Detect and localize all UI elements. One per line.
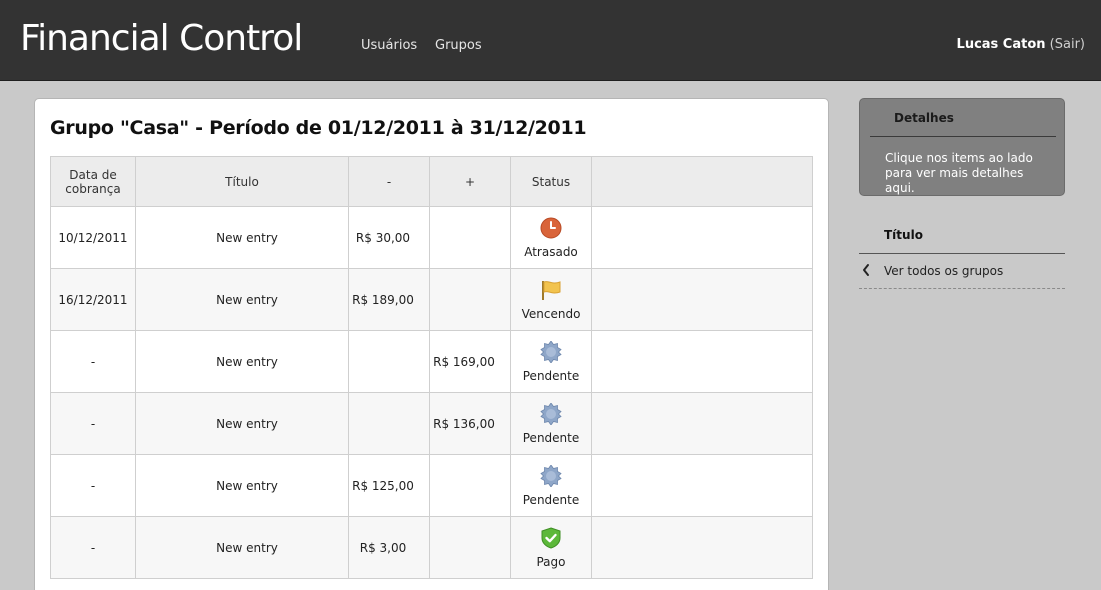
details-divider (870, 136, 1056, 137)
user-area: Lucas Caton (Sair) (957, 37, 1085, 53)
cell-date: - (50, 516, 136, 579)
table-header-row: Data de cobrança Título - + Status (50, 156, 813, 207)
status-label: Pago (536, 554, 566, 569)
cell-status: Pendente (510, 392, 592, 455)
details-text: Clique nos items ao lado para ver mais d… (885, 151, 1033, 195)
details-title: Detalhes (894, 111, 954, 125)
clock-icon (540, 217, 562, 242)
sidebar-divider (859, 253, 1065, 254)
cell-status: Pendente (510, 454, 592, 517)
view-all-groups-label: Ver todos os grupos (884, 264, 1004, 278)
table-row[interactable]: - New entry R$ 125,00 Pendente (50, 454, 813, 517)
cell-title: New entry (135, 268, 349, 331)
check-shield-icon (540, 526, 562, 552)
chevron-left-icon (861, 263, 871, 280)
cell-title: New entry (135, 516, 349, 579)
nav-groups-link[interactable]: Grupos (435, 38, 482, 54)
sidebar-section-title: Título (884, 228, 923, 242)
cell-plus (429, 206, 511, 269)
table-row[interactable]: 10/12/2011 New entry R$ 30,00 Atrasado (50, 206, 813, 269)
sidebar-dashed-divider (859, 288, 1065, 289)
cell-extra (591, 516, 813, 579)
cell-minus: R$ 3,00 (348, 516, 430, 579)
cell-date: - (50, 454, 136, 517)
table-row[interactable]: - New entry R$ 3,00 Pago (50, 516, 813, 579)
cell-extra (591, 206, 813, 269)
view-all-groups-link[interactable]: Ver todos os grupos (859, 262, 1065, 286)
seal-icon (540, 401, 562, 428)
cell-title: New entry (135, 392, 349, 455)
column-header-plus: + (429, 156, 511, 207)
entries-table: Data de cobrança Título - + Status 10/12… (50, 156, 813, 579)
cell-status: Pendente (510, 330, 592, 393)
cell-plus (429, 268, 511, 331)
status-label: Atrasado (524, 244, 578, 259)
cell-extra (591, 330, 813, 393)
table-row[interactable]: - New entry R$ 169,00 Pendente (50, 330, 813, 393)
seal-icon (540, 463, 562, 490)
column-header-status: Status (510, 156, 592, 207)
cell-date: 10/12/2011 (50, 206, 136, 269)
column-header-minus: - (348, 156, 430, 207)
cell-status: Vencendo (510, 268, 592, 331)
table-row[interactable]: - New entry R$ 136,00 Pendente (50, 392, 813, 455)
cell-minus (348, 330, 430, 393)
main-panel: Grupo "Casa" - Período de 01/12/2011 à 3… (34, 98, 829, 590)
status-label: Pendente (522, 492, 580, 507)
page-title: Grupo "Casa" - Período de 01/12/2011 à 3… (50, 117, 587, 139)
cell-minus: R$ 125,00 (348, 454, 430, 517)
cell-status: Atrasado (510, 206, 592, 269)
cell-minus: R$ 189,00 (348, 268, 430, 331)
status-label: Pendente (522, 430, 580, 445)
cell-title: New entry (135, 206, 349, 269)
seal-icon (540, 339, 562, 366)
status-label: Pendente (522, 368, 580, 383)
status-label: Vencendo (521, 306, 581, 321)
cell-extra (591, 454, 813, 517)
flag-icon (540, 279, 562, 304)
cell-plus (429, 454, 511, 517)
column-header-extra (591, 156, 813, 207)
logout-link[interactable]: (Sair) (1050, 37, 1085, 52)
cell-status: Pago (510, 516, 592, 579)
table-row[interactable]: 16/12/2011 New entry R$ 189,00 Vencendo (50, 268, 813, 331)
user-name: Lucas Caton (956, 37, 1046, 52)
cell-extra (591, 268, 813, 331)
cell-plus: R$ 136,00 (429, 392, 511, 455)
cell-plus (429, 516, 511, 579)
cell-plus: R$ 169,00 (429, 330, 511, 393)
nav-users-link[interactable]: Usuários (361, 38, 417, 54)
column-header-title: Título (135, 156, 349, 207)
details-box: Detalhes Clique nos items ao lado para v… (859, 98, 1065, 196)
cell-minus (348, 392, 430, 455)
cell-date: - (50, 392, 136, 455)
column-header-date: Data de cobrança (50, 156, 136, 207)
cell-minus: R$ 30,00 (348, 206, 430, 269)
cell-title: New entry (135, 330, 349, 393)
cell-date: - (50, 330, 136, 393)
top-navbar: Financial Control Usuários Grupos Lucas … (0, 0, 1101, 81)
cell-extra (591, 392, 813, 455)
cell-title: New entry (135, 454, 349, 517)
app-title[interactable]: Financial Control (20, 17, 303, 61)
cell-date: 16/12/2011 (50, 268, 136, 331)
